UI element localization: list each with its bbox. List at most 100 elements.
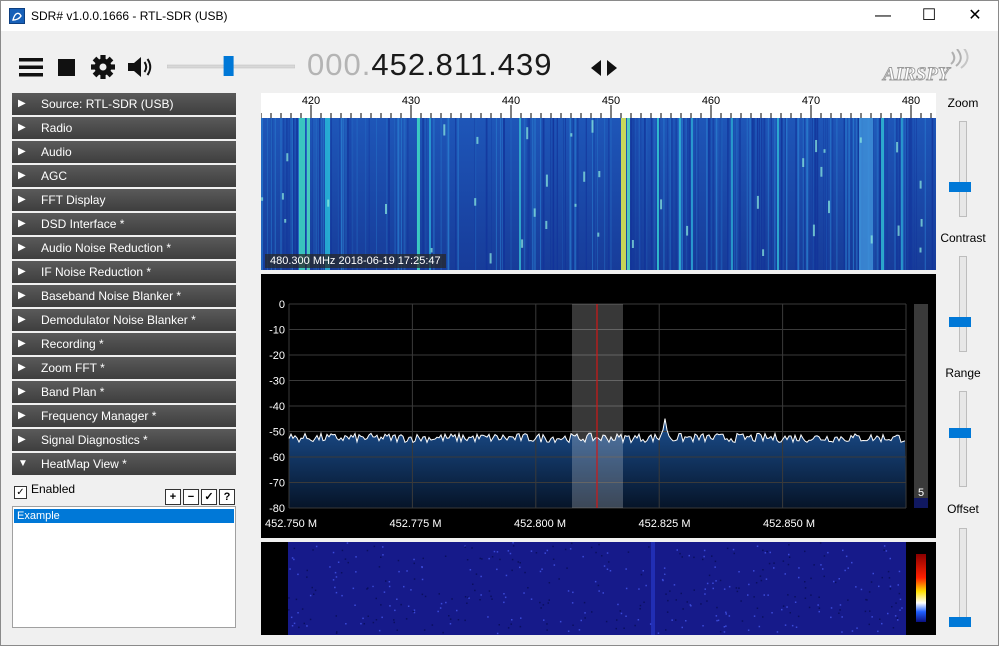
menu-icon[interactable]	[17, 53, 45, 81]
waterfall-signal-stripe	[901, 118, 903, 270]
waterfall-noise-stripe	[529, 118, 531, 270]
frequency-display[interactable]: 000.452.811.439	[307, 47, 552, 83]
zoom-fft-noise	[735, 587, 738, 589]
sidebar-panel-header[interactable]: ▶ Frequency Manager *	[12, 405, 236, 427]
frequency-step-left-icon[interactable]	[591, 60, 601, 76]
list-item[interactable]: Example	[14, 509, 234, 523]
zoom-fft-noise	[823, 575, 825, 578]
zoom-fft-noise	[706, 582, 709, 585]
collapsed-arrow-icon: ▶	[18, 338, 26, 349]
frequency-digits[interactable]: 452.811.439	[371, 47, 552, 82]
sidebar-panel-header[interactable]: ▶ Demodulator Noise Blanker *	[12, 309, 236, 331]
sidebar-panel-header[interactable]: ▶ FFT Display	[12, 189, 236, 211]
waterfall-noise-stripe	[394, 118, 396, 270]
contrast-slider[interactable]	[959, 256, 967, 352]
waterfall-noise-stripe	[659, 118, 661, 270]
waterfall-noise-stripe	[475, 118, 477, 270]
heatmap-list[interactable]: Example	[12, 506, 236, 628]
sidebar-panel-header[interactable]: ▶ Recording *	[12, 333, 236, 355]
sidebar-panel-header[interactable]: ▶ AGC	[12, 165, 236, 187]
offset-slider[interactable]	[959, 528, 967, 624]
waterfall-burst	[823, 149, 826, 153]
heatmap-add-button[interactable]: +	[165, 489, 181, 505]
zoom-slider-thumb[interactable]	[949, 182, 971, 192]
waterfall-noise-stripe	[735, 118, 738, 270]
range-slider-thumb[interactable]	[949, 428, 971, 438]
heatmap-enabled-checkbox[interactable]: ✓ Enabled	[14, 482, 75, 499]
zoom-fft-noise	[899, 598, 902, 601]
zoom-fft-noise	[291, 625, 294, 627]
sidebar-panel-header[interactable]: ▶ Baseband Noise Blanker *	[12, 285, 236, 307]
zoom-fft-noise	[823, 555, 826, 557]
waterfall-noise-stripe	[843, 118, 845, 270]
zoom-fft-noise	[693, 556, 695, 559]
zoom-fft-noise	[546, 549, 549, 552]
contrast-slider-thumb[interactable]	[949, 317, 971, 327]
sidebar-panel-header[interactable]: ▶ Source: RTL-SDR (USB)	[12, 93, 236, 115]
zoom-fft-noise	[686, 601, 688, 603]
heatmap-apply-button[interactable]: ✓	[201, 489, 217, 505]
waterfall-noise-stripe	[318, 118, 320, 270]
waterfall-noise-stripe	[671, 118, 673, 270]
waterfall-noise-stripe	[908, 118, 909, 270]
sidebar-panel-header[interactable]: ▶ DSD Interface *	[12, 213, 236, 235]
heatmap-remove-button[interactable]: −	[183, 489, 199, 505]
zoom-fft-noise	[868, 591, 871, 593]
ruler-tick-label: 480	[902, 95, 920, 107]
maximize-button[interactable]: ☐	[906, 1, 952, 31]
sidebar-panel-header[interactable]: ▼ HeatMap View *	[12, 453, 236, 475]
heatmap-help-button[interactable]: ?	[219, 489, 235, 505]
close-button[interactable]: ✕	[952, 1, 998, 31]
zoom-fft-noise	[594, 580, 597, 583]
waterfall-noise-stripe	[313, 118, 315, 270]
volume-slider-thumb[interactable]	[223, 56, 234, 76]
waterfall-burst	[920, 219, 923, 227]
zoom-fft-waterfall[interactable]	[261, 542, 936, 635]
gear-icon[interactable]	[89, 53, 117, 81]
waterfall-noise-stripe	[270, 118, 273, 270]
waterfall-display[interactable]	[261, 118, 936, 270]
spectrum-display[interactable]: 0 -10 -20 -30 -40 -50 -60 -70 -80 452.750 M 452.77…	[261, 274, 936, 538]
sidebar-panel-header[interactable]: ▶ Audio Noise Reduction *	[12, 237, 236, 259]
zoom-fft-noise	[669, 590, 671, 592]
waterfall-noise-stripe	[707, 118, 708, 270]
frequency-step-arrows[interactable]	[590, 58, 618, 78]
waterfall-noise-stripe	[571, 118, 573, 270]
sidebar-panel-header[interactable]: ▶ Band Plan *	[12, 381, 236, 403]
zoom-fft-noise	[496, 568, 498, 571]
zoom-fft-noise	[681, 626, 683, 629]
waterfall-noise-stripe	[388, 118, 390, 270]
sidebar-panel-header[interactable]: ▶ Audio	[12, 141, 236, 163]
waterfall-burst	[533, 208, 536, 217]
zoom-fft-noise	[558, 578, 560, 580]
sidebar-panel-header[interactable]: ▶ Zoom FFT *	[12, 357, 236, 379]
zoom-fft-noise	[728, 615, 731, 617]
waterfall-noise-stripe	[597, 118, 598, 270]
waterfall-noise-stripe	[400, 118, 402, 270]
waterfall-noise-stripe	[317, 118, 319, 270]
sidebar-panel-header[interactable]: ▶ Radio	[12, 117, 236, 139]
zoom-fft-noise	[788, 556, 791, 558]
waterfall-noise-stripe	[697, 118, 699, 270]
frequency-step-right-icon[interactable]	[607, 60, 617, 76]
range-slider[interactable]	[959, 391, 967, 487]
zoom-fft-noise	[524, 571, 526, 574]
zoom-fft-noise	[335, 591, 338, 594]
zoom-fft-noise	[499, 558, 501, 561]
zoom-fft-noise	[546, 623, 548, 625]
sidebar-panel-header[interactable]: ▶ IF Noise Reduction *	[12, 261, 236, 283]
zoom-fft-noise	[504, 596, 507, 599]
zoom-fft-noise	[488, 590, 491, 592]
zoom-slider[interactable]	[959, 121, 967, 217]
offset-slider-thumb[interactable]	[949, 617, 971, 627]
zoom-fft-noise	[388, 581, 391, 583]
speaker-icon[interactable]	[126, 53, 156, 81]
frequency-leading-digits[interactable]: 000.	[307, 47, 371, 82]
stop-icon[interactable]	[55, 53, 79, 81]
minimize-button[interactable]: —	[860, 1, 906, 31]
sidebar-panel-header[interactable]: ▶ Signal Diagnostics *	[12, 429, 236, 451]
checkbox-box[interactable]: ✓	[14, 486, 27, 499]
zoom-fft-noise	[845, 555, 848, 558]
zoom-fft-noise	[603, 565, 606, 567]
volume-slider[interactable]	[167, 55, 295, 77]
